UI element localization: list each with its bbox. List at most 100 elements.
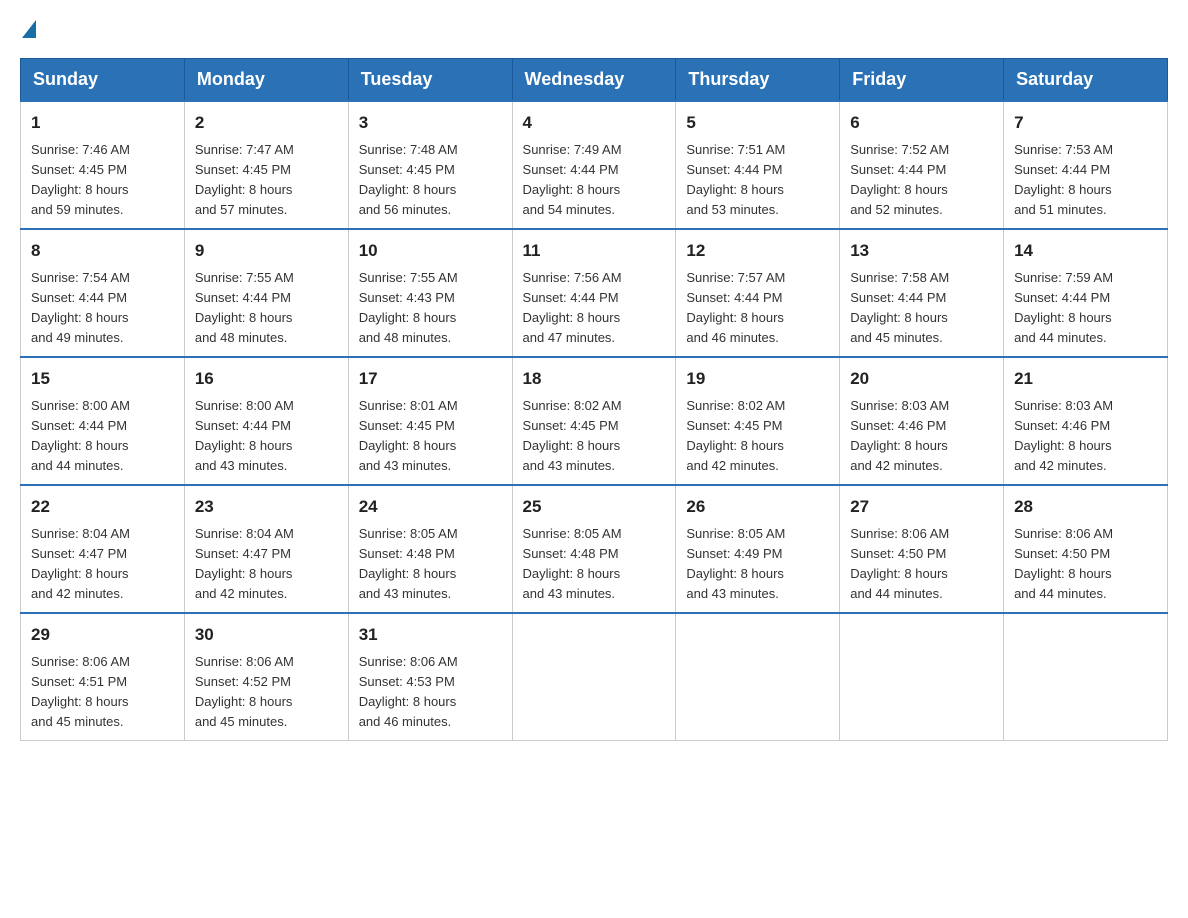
- day-info: Sunrise: 7:53 AMSunset: 4:44 PMDaylight:…: [1014, 140, 1157, 221]
- calendar-week-row: 22 Sunrise: 8:04 AMSunset: 4:47 PMDayligh…: [21, 485, 1168, 613]
- day-number: 1: [31, 110, 174, 136]
- day-info: Sunrise: 7:48 AMSunset: 4:45 PMDaylight:…: [359, 140, 502, 221]
- day-info: Sunrise: 8:00 AMSunset: 4:44 PMDaylight:…: [31, 396, 174, 477]
- calendar-cell: 5 Sunrise: 7:51 AMSunset: 4:44 PMDaylight…: [676, 101, 840, 229]
- day-info: Sunrise: 7:56 AMSunset: 4:44 PMDaylight:…: [523, 268, 666, 349]
- day-number: 18: [523, 366, 666, 392]
- day-number: 25: [523, 494, 666, 520]
- day-number: 5: [686, 110, 829, 136]
- day-number: 6: [850, 110, 993, 136]
- weekday-header-tuesday: Tuesday: [348, 59, 512, 102]
- day-info: Sunrise: 8:06 AMSunset: 4:52 PMDaylight:…: [195, 652, 338, 733]
- weekday-header-wednesday: Wednesday: [512, 59, 676, 102]
- calendar-table: SundayMondayTuesdayWednesdayThursdayFrid…: [20, 58, 1168, 741]
- day-number: 26: [686, 494, 829, 520]
- calendar-cell: 1Sunrise: 7:46 AMSunset: 4:45 PMDaylight…: [21, 101, 185, 229]
- day-number: 4: [523, 110, 666, 136]
- day-number: 14: [1014, 238, 1157, 264]
- weekday-header-thursday: Thursday: [676, 59, 840, 102]
- weekday-header-monday: Monday: [184, 59, 348, 102]
- day-number: 31: [359, 622, 502, 648]
- day-info: Sunrise: 7:54 AMSunset: 4:44 PMDaylight:…: [31, 268, 174, 349]
- day-info: Sunrise: 8:02 AMSunset: 4:45 PMDaylight:…: [523, 396, 666, 477]
- calendar-header-row: SundayMondayTuesdayWednesdayThursdayFrid…: [21, 59, 1168, 102]
- weekday-header-friday: Friday: [840, 59, 1004, 102]
- calendar-cell: 30 Sunrise: 8:06 AMSunset: 4:52 PMDayligh…: [184, 613, 348, 741]
- calendar-cell: 18 Sunrise: 8:02 AMSunset: 4:45 PMDayligh…: [512, 357, 676, 485]
- logo-arrow-icon: [22, 20, 36, 38]
- calendar-cell: 19 Sunrise: 8:02 AMSunset: 4:45 PMDayligh…: [676, 357, 840, 485]
- calendar-cell: 7 Sunrise: 7:53 AMSunset: 4:44 PMDaylight…: [1004, 101, 1168, 229]
- day-number: 3: [359, 110, 502, 136]
- calendar-week-row: 8 Sunrise: 7:54 AMSunset: 4:44 PMDaylight…: [21, 229, 1168, 357]
- day-number: 7: [1014, 110, 1157, 136]
- calendar-cell: 25 Sunrise: 8:05 AMSunset: 4:48 PMDayligh…: [512, 485, 676, 613]
- day-number: 21: [1014, 366, 1157, 392]
- page-header: [20, 20, 1168, 38]
- day-number: 20: [850, 366, 993, 392]
- day-number: 2: [195, 110, 338, 136]
- day-info: Sunrise: 7:59 AMSunset: 4:44 PMDaylight:…: [1014, 268, 1157, 349]
- day-info: Sunrise: 8:06 AMSunset: 4:51 PMDaylight:…: [31, 652, 174, 733]
- calendar-cell: 12Sunrise: 7:57 AMSunset: 4:44 PMDayligh…: [676, 229, 840, 357]
- calendar-cell: 10 Sunrise: 7:55 AMSunset: 4:43 PMDayligh…: [348, 229, 512, 357]
- day-number: 27: [850, 494, 993, 520]
- calendar-cell: 9Sunrise: 7:55 AMSunset: 4:44 PMDaylight…: [184, 229, 348, 357]
- day-number: 24: [359, 494, 502, 520]
- day-number: 30: [195, 622, 338, 648]
- day-info: Sunrise: 8:04 AMSunset: 4:47 PMDaylight:…: [195, 524, 338, 605]
- day-info: Sunrise: 7:47 AMSunset: 4:45 PMDaylight:…: [195, 140, 338, 221]
- day-info: Sunrise: 8:02 AMSunset: 4:45 PMDaylight:…: [686, 396, 829, 477]
- calendar-cell: 26 Sunrise: 8:05 AMSunset: 4:49 PMDayligh…: [676, 485, 840, 613]
- day-info: Sunrise: 7:58 AMSunset: 4:44 PMDaylight:…: [850, 268, 993, 349]
- calendar-week-row: 29 Sunrise: 8:06 AMSunset: 4:51 PMDayligh…: [21, 613, 1168, 741]
- day-info: Sunrise: 8:06 AMSunset: 4:50 PMDaylight:…: [1014, 524, 1157, 605]
- calendar-cell: 16Sunrise: 8:00 AMSunset: 4:44 PMDayligh…: [184, 357, 348, 485]
- calendar-cell: 28 Sunrise: 8:06 AMSunset: 4:50 PMDayligh…: [1004, 485, 1168, 613]
- day-number: 17: [359, 366, 502, 392]
- calendar-cell: [840, 613, 1004, 741]
- day-info: Sunrise: 8:06 AMSunset: 4:53 PMDaylight:…: [359, 652, 502, 733]
- weekday-header-sunday: Sunday: [21, 59, 185, 102]
- day-number: 9: [195, 238, 338, 264]
- calendar-cell: 6Sunrise: 7:52 AMSunset: 4:44 PMDaylight…: [840, 101, 1004, 229]
- day-info: Sunrise: 8:05 AMSunset: 4:48 PMDaylight:…: [523, 524, 666, 605]
- day-info: Sunrise: 8:01 AMSunset: 4:45 PMDaylight:…: [359, 396, 502, 477]
- day-number: 11: [523, 238, 666, 264]
- logo: [20, 20, 36, 38]
- calendar-cell: 13Sunrise: 7:58 AMSunset: 4:44 PMDayligh…: [840, 229, 1004, 357]
- day-number: 12: [686, 238, 829, 264]
- calendar-cell: 17 Sunrise: 8:01 AMSunset: 4:45 PMDayligh…: [348, 357, 512, 485]
- day-number: 28: [1014, 494, 1157, 520]
- calendar-cell: 29 Sunrise: 8:06 AMSunset: 4:51 PMDayligh…: [21, 613, 185, 741]
- day-number: 10: [359, 238, 502, 264]
- day-number: 16: [195, 366, 338, 392]
- day-info: Sunrise: 7:49 AMSunset: 4:44 PMDaylight:…: [523, 140, 666, 221]
- day-number: 29: [31, 622, 174, 648]
- day-number: 8: [31, 238, 174, 264]
- day-info: Sunrise: 8:03 AMSunset: 4:46 PMDaylight:…: [850, 396, 993, 477]
- day-info: Sunrise: 7:51 AMSunset: 4:44 PMDaylight:…: [686, 140, 829, 221]
- calendar-cell: 22 Sunrise: 8:04 AMSunset: 4:47 PMDayligh…: [21, 485, 185, 613]
- calendar-cell: 8 Sunrise: 7:54 AMSunset: 4:44 PMDaylight…: [21, 229, 185, 357]
- day-info: Sunrise: 8:04 AMSunset: 4:47 PMDaylight:…: [31, 524, 174, 605]
- day-number: 23: [195, 494, 338, 520]
- calendar-cell: 27Sunrise: 8:06 AMSunset: 4:50 PMDayligh…: [840, 485, 1004, 613]
- calendar-cell: 24Sunrise: 8:05 AMSunset: 4:48 PMDayligh…: [348, 485, 512, 613]
- day-info: Sunrise: 7:55 AMSunset: 4:43 PMDaylight:…: [359, 268, 502, 349]
- day-number: 15: [31, 366, 174, 392]
- calendar-cell: 15 Sunrise: 8:00 AMSunset: 4:44 PMDayligh…: [21, 357, 185, 485]
- calendar-cell: 3 Sunrise: 7:48 AMSunset: 4:45 PMDaylight…: [348, 101, 512, 229]
- day-number: 19: [686, 366, 829, 392]
- calendar-week-row: 15 Sunrise: 8:00 AMSunset: 4:44 PMDayligh…: [21, 357, 1168, 485]
- calendar-cell: 23 Sunrise: 8:04 AMSunset: 4:47 PMDayligh…: [184, 485, 348, 613]
- calendar-cell: 4 Sunrise: 7:49 AMSunset: 4:44 PMDaylight…: [512, 101, 676, 229]
- calendar-cell: 14 Sunrise: 7:59 AMSunset: 4:44 PMDayligh…: [1004, 229, 1168, 357]
- calendar-cell: 20 Sunrise: 8:03 AMSunset: 4:46 PMDayligh…: [840, 357, 1004, 485]
- day-info: Sunrise: 8:03 AMSunset: 4:46 PMDaylight:…: [1014, 396, 1157, 477]
- calendar-cell: 2 Sunrise: 7:47 AMSunset: 4:45 PMDaylight…: [184, 101, 348, 229]
- day-info: Sunrise: 8:05 AMSunset: 4:49 PMDaylight:…: [686, 524, 829, 605]
- calendar-cell: 21 Sunrise: 8:03 AMSunset: 4:46 PMDayligh…: [1004, 357, 1168, 485]
- calendar-cell: [1004, 613, 1168, 741]
- day-number: 22: [31, 494, 174, 520]
